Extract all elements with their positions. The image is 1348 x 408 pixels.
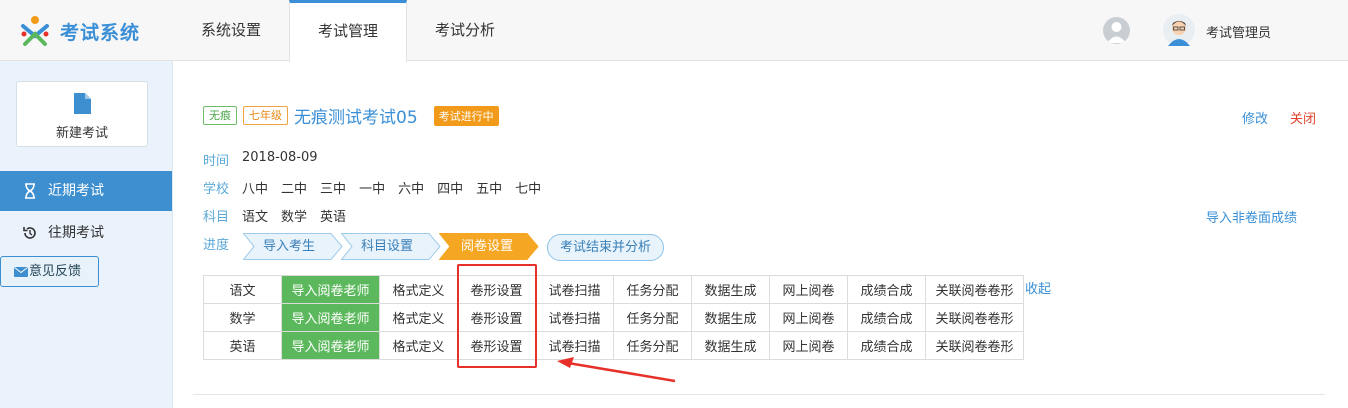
traceless-tag: 无痕: [203, 106, 237, 125]
edit-link[interactable]: 修改: [1242, 108, 1268, 127]
new-exam-label: 新建考试: [55, 126, 108, 141]
step-label: 导入考生: [263, 239, 316, 254]
paper-type-settings-cell[interactable]: 卷形设置: [457, 275, 536, 304]
hourglass-icon: [25, 183, 35, 199]
data-generation-cell[interactable]: 数据生成: [691, 275, 770, 304]
user-name[interactable]: 考试管理员: [1206, 22, 1271, 41]
import-nonpaper-scores-link[interactable]: 导入非卷面成绩: [1206, 207, 1297, 226]
table-row: 数学 导入阅卷老师 格式定义 卷形设置 试卷扫描 任务分配 数据生成 网上阅卷 …: [203, 303, 1024, 332]
main-content: 无痕 七年级 无痕测试考试05 考试进行中 修改 关闭 时间 2018-08-0…: [174, 61, 1348, 408]
score-merge-cell[interactable]: 成绩合成: [847, 303, 926, 332]
app-title: 考试系统: [60, 21, 141, 44]
user-avatar-icon[interactable]: [1163, 14, 1195, 46]
paper-type-settings-cell[interactable]: 卷形设置: [457, 331, 536, 360]
grade-tag: 七年级: [243, 106, 288, 125]
score-merge-cell[interactable]: 成绩合成: [847, 275, 926, 304]
paper-scan-cell[interactable]: 试卷扫描: [535, 275, 614, 304]
step-marking-settings[interactable]: 阅卷设置: [439, 233, 539, 260]
online-marking-cell[interactable]: 网上阅卷: [769, 331, 848, 360]
school-item: 一中: [359, 182, 386, 197]
time-value: 2018-08-09: [242, 150, 318, 165]
subject-label: 科目: [203, 210, 230, 225]
online-marking-cell[interactable]: 网上阅卷: [769, 275, 848, 304]
format-definition-cell[interactable]: 格式定义: [379, 275, 458, 304]
import-teachers-cell[interactable]: 导入阅卷老师: [281, 331, 380, 360]
school-item: 二中: [281, 182, 308, 197]
status-badge: 考试进行中: [433, 105, 499, 126]
collapse-link[interactable]: 收起: [1025, 278, 1051, 297]
sidebar-item-label: 往期考试: [48, 225, 104, 241]
exam-title: 无痕测试考试05: [294, 108, 418, 128]
exam-header: 无痕 七年级 无痕测试考试05 考试进行中: [203, 103, 499, 128]
main-nav: 系统设置 考试管理 考试分析: [173, 0, 523, 62]
task-assignment-cell[interactable]: 任务分配: [613, 303, 692, 332]
logo-icon: [21, 16, 49, 46]
paper-type-settings-cell[interactable]: 卷形设置: [457, 303, 536, 332]
school-item: 五中: [476, 182, 503, 197]
divider: [193, 394, 1325, 395]
link-paper-type-cell[interactable]: 关联阅卷卷形: [925, 303, 1024, 332]
paper-scan-cell[interactable]: 试卷扫描: [535, 303, 614, 332]
finish-and-analyze-button[interactable]: 考试结束并分析: [547, 234, 665, 261]
table-row: 语文 导入阅卷老师 格式定义 卷形设置 试卷扫描 任务分配 数据生成 网上阅卷 …: [203, 275, 1024, 304]
subject-cell: 语文: [203, 275, 282, 304]
link-paper-type-cell[interactable]: 关联阅卷卷形: [925, 331, 1024, 360]
subject-cell: 数学: [203, 303, 282, 332]
school-item: 八中: [242, 182, 269, 197]
step-subject-settings[interactable]: 科目设置: [341, 233, 441, 260]
step-label: 科目设置: [361, 239, 414, 254]
top-bar: 考试系统 系统设置 考试管理 考试分析 考试管理员: [0, 0, 1348, 62]
import-teachers-cell[interactable]: 导入阅卷老师: [281, 303, 380, 332]
annotation-arrow-icon: [557, 357, 676, 383]
subject-item: 英语: [320, 210, 347, 225]
exam-schools-row: 学校 八中 二中 三中 一中 六中 四中 五中 七中: [203, 178, 554, 197]
subject-workflow-table: 语文 导入阅卷老师 格式定义 卷形设置 试卷扫描 任务分配 数据生成 网上阅卷 …: [203, 275, 1024, 360]
app-logo[interactable]: 考试系统: [18, 13, 168, 49]
feedback-button[interactable]: 意见反馈: [0, 256, 99, 287]
document-icon: [74, 93, 91, 114]
school-item: 七中: [515, 182, 542, 197]
link-paper-type-cell[interactable]: 关联阅卷卷形: [925, 275, 1024, 304]
sidebar: 新建考试 近期考试 往期考试 意见反馈: [0, 61, 173, 408]
notification-avatar-icon[interactable]: [1103, 17, 1130, 44]
step-label: 阅卷设置: [461, 239, 514, 254]
sidebar-item-past-exams[interactable]: 往期考试: [0, 213, 172, 253]
subject-item: 数学: [281, 210, 308, 225]
data-generation-cell[interactable]: 数据生成: [691, 303, 770, 332]
school-item: 六中: [398, 182, 425, 197]
nav-system-settings[interactable]: 系统设置: [173, 0, 289, 61]
subject-item: 语文: [242, 210, 269, 225]
online-marking-cell[interactable]: 网上阅卷: [769, 303, 848, 332]
school-item: 四中: [437, 182, 464, 197]
school-label: 学校: [203, 182, 230, 197]
sidebar-item-recent-exams[interactable]: 近期考试: [0, 171, 172, 211]
progress-label: 进度: [203, 238, 230, 253]
task-assignment-cell[interactable]: 任务分配: [613, 275, 692, 304]
new-exam-button[interactable]: 新建考试: [16, 81, 148, 147]
feedback-label: 意见反馈: [29, 264, 82, 279]
format-definition-cell[interactable]: 格式定义: [379, 331, 458, 360]
exam-subjects-row: 科目 语文 数学 英语: [203, 206, 359, 225]
import-teachers-cell[interactable]: 导入阅卷老师: [281, 275, 380, 304]
close-link[interactable]: 关闭: [1290, 108, 1316, 127]
nav-exam-management[interactable]: 考试管理: [289, 0, 408, 62]
data-generation-cell[interactable]: 数据生成: [691, 331, 770, 360]
time-label: 时间: [203, 154, 230, 169]
exam-time-row: 时间 2018-08-09: [203, 150, 331, 169]
mail-icon: [14, 267, 28, 277]
format-definition-cell[interactable]: 格式定义: [379, 303, 458, 332]
school-item: 三中: [320, 182, 347, 197]
nav-exam-analysis[interactable]: 考试分析: [407, 0, 523, 61]
history-icon: [23, 227, 36, 239]
sidebar-item-label: 近期考试: [48, 183, 104, 199]
subject-cell: 英语: [203, 331, 282, 360]
step-import-students[interactable]: 导入考生: [243, 233, 343, 260]
score-merge-cell[interactable]: 成绩合成: [847, 331, 926, 360]
